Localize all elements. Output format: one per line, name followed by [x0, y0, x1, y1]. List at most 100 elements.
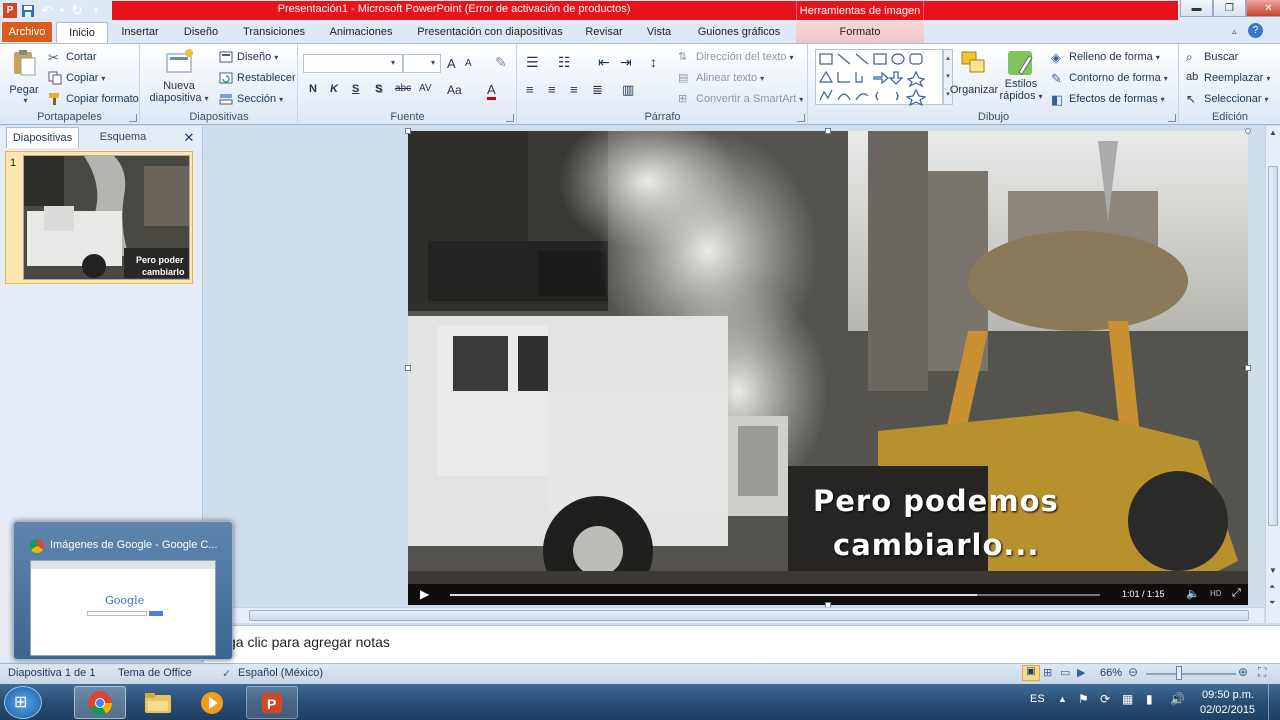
align-text-button[interactable]: ▤ Alinear texto ▾ — [678, 71, 764, 85]
minimize-button[interactable]: ▬ — [1180, 0, 1213, 17]
section-button[interactable]: Sección ▾ — [219, 92, 283, 106]
columns-icon[interactable]: ▥ — [622, 82, 634, 98]
clock-date[interactable]: 02/02/2015 — [1200, 704, 1255, 716]
selection-handle[interactable] — [1245, 365, 1251, 371]
layout-button[interactable]: Diseño ▾ — [219, 50, 278, 64]
new-slide-button[interactable]: Nueva diapositiva ▾ — [149, 48, 209, 104]
arrange-button[interactable]: Organizar — [949, 48, 999, 96]
italic-button[interactable]: K — [330, 83, 338, 95]
device-icon[interactable]: ▦ — [1122, 692, 1133, 706]
slide-sorter-icon[interactable]: ⊞ — [1043, 666, 1052, 679]
repeat-icon[interactable]: ↻ — [69, 2, 85, 19]
show-desktop-button[interactable] — [1268, 684, 1280, 720]
font-size-dropdown-icon[interactable]: ▾ — [431, 58, 435, 67]
font-color-button[interactable]: A — [487, 82, 496, 100]
undo-dropdown-icon[interactable]: ▾ — [58, 3, 66, 19]
horizontal-scrollbar[interactable] — [204, 607, 1264, 623]
chrome-window-preview[interactable]: Imágenes de Google - Google C... Google — [13, 521, 233, 660]
sync-icon[interactable]: ⟳ — [1100, 692, 1110, 706]
slide-video[interactable]: Pero podemos cambiarlo... ▶ 1:01 / 1:15 … — [408, 131, 1248, 605]
play-button[interactable]: ▶ — [420, 587, 429, 601]
replace-button[interactable]: ab Reemplazar ▾ — [1186, 71, 1270, 85]
tab-review[interactable]: Revisar — [578, 22, 630, 43]
shape-outline-button[interactable]: ✎ Contorno de forma ▾ — [1051, 71, 1168, 86]
char-spacing-button[interactable]: AV — [419, 83, 432, 94]
close-button[interactable]: ✕ — [1246, 0, 1280, 17]
volume-tray-icon[interactable]: 🔊 — [1170, 692, 1185, 706]
quick-styles-button[interactable]: Estilos rápidos ▾ — [999, 48, 1043, 102]
undo-icon[interactable]: ↶ — [39, 2, 55, 19]
bold-button[interactable]: N — [309, 83, 317, 95]
paragraph-launcher-icon[interactable] — [797, 114, 805, 122]
clear-format-icon[interactable]: ✎ — [495, 54, 507, 71]
paste-button[interactable]: Pegar ▾ — [6, 48, 42, 105]
taskbar-powerpoint[interactable]: P — [246, 686, 298, 719]
strikethrough-button[interactable]: abc — [395, 83, 411, 94]
format-painter-button[interactable]: Copiar formato — [48, 92, 139, 106]
scroll-up-icon[interactable]: ▲ — [1269, 128, 1277, 137]
shape-fill-button[interactable]: ◈ Relleno de forma ▾ — [1051, 50, 1160, 65]
maximize-button[interactable]: ❐ — [1213, 0, 1246, 17]
close-pane-icon[interactable]: ✕ — [181, 127, 197, 148]
bullets-icon[interactable]: ☰ — [526, 54, 539, 71]
change-case-button[interactable]: Aa — [447, 83, 462, 97]
action-center-icon[interactable]: ⚑ — [1078, 692, 1089, 706]
cut-button[interactable]: ✂ Cortar — [48, 50, 97, 65]
shadow-button[interactable]: S — [375, 83, 382, 95]
next-slide-icon[interactable]: ⏷ — [1269, 598, 1275, 608]
vertical-scrollbar[interactable]: ▲ ▼ ⏶ ⏷ — [1265, 126, 1280, 623]
fullscreen-icon[interactable]: ⤢ — [1232, 587, 1241, 600]
zoom-level[interactable]: 66% — [1100, 667, 1122, 679]
smartart-button[interactable]: ⊞ Convertir a SmartArt ▾ — [678, 92, 803, 106]
tab-picture-format[interactable]: Formato — [796, 21, 924, 43]
font-name-dropdown-icon[interactable]: ▾ — [391, 58, 395, 67]
fit-slide-icon[interactable]: ⛶ — [1258, 665, 1266, 680]
normal-view-icon[interactable]: ▣ — [1022, 665, 1040, 681]
drawing-launcher-icon[interactable] — [1168, 114, 1176, 122]
tab-insert[interactable]: Insertar — [112, 22, 168, 43]
tab-outline[interactable]: Esquema — [83, 127, 163, 148]
selection-handle[interactable] — [405, 128, 411, 134]
increase-indent-icon[interactable]: ⇥ — [620, 54, 632, 71]
tab-storyboards[interactable]: Guiones gráficos — [688, 22, 790, 43]
previous-slide-icon[interactable]: ⏶ — [1269, 582, 1275, 592]
taskbar-explorer[interactable] — [132, 686, 184, 719]
tab-slides[interactable]: Diapositivas — [6, 127, 79, 148]
scroll-down-icon[interactable]: ▼ — [1269, 566, 1277, 575]
input-language[interactable]: ES — [1030, 693, 1045, 705]
network-icon[interactable]: ▮ — [1146, 692, 1153, 706]
ribbon-collapse-icon[interactable]: ▵ — [1232, 26, 1237, 37]
grow-font-button[interactable]: A — [447, 56, 456, 71]
text-direction-button[interactable]: ⇅ Dirección del texto ▾ — [678, 50, 794, 64]
scroll-thumb[interactable] — [1268, 166, 1278, 526]
numbering-icon[interactable]: ☷ — [558, 54, 571, 71]
tab-design[interactable]: Diseño — [174, 22, 228, 43]
taskbar-media-player[interactable] — [186, 686, 238, 719]
copy-button[interactable]: Copiar ▾ — [48, 71, 105, 85]
tab-slideshow[interactable]: Presentación con diapositivas — [410, 22, 570, 43]
show-hidden-icons[interactable]: ▲ — [1058, 694, 1067, 704]
spelling-icon[interactable]: ✓ — [222, 667, 231, 680]
status-language[interactable]: Español (México) — [238, 667, 323, 679]
tab-view[interactable]: Vista — [636, 22, 682, 43]
zoom-slider-thumb[interactable] — [1175, 666, 1182, 680]
hscroll-thumb[interactable] — [249, 610, 1249, 621]
font-launcher-icon[interactable] — [506, 114, 514, 122]
hd-button[interactable]: HD — [1210, 589, 1222, 598]
tab-file[interactable]: Archivo — [2, 22, 52, 42]
zoom-out-icon[interactable]: ⊖ — [1128, 665, 1138, 679]
slide-thumbnail[interactable]: Pero poder cambiarlo — [23, 155, 190, 280]
powerpoint-app-icon[interactable]: P — [3, 3, 17, 18]
zoom-slider-track[interactable] — [1146, 673, 1236, 675]
status-theme[interactable]: Tema de Office — [118, 667, 192, 679]
underline-button[interactable]: S — [352, 83, 359, 95]
selection-handle[interactable] — [1245, 128, 1251, 134]
shrink-font-button[interactable]: A — [465, 58, 472, 69]
align-center-icon[interactable]: ≡ — [548, 82, 556, 97]
find-button[interactable]: ⌕ Buscar — [1186, 50, 1238, 64]
tab-home[interactable]: Inicio — [56, 22, 108, 43]
slideshow-icon[interactable]: ▶ — [1077, 666, 1085, 679]
tab-transitions[interactable]: Transiciones — [236, 22, 312, 43]
save-icon[interactable] — [20, 3, 36, 19]
align-right-icon[interactable]: ≡ — [570, 82, 578, 97]
